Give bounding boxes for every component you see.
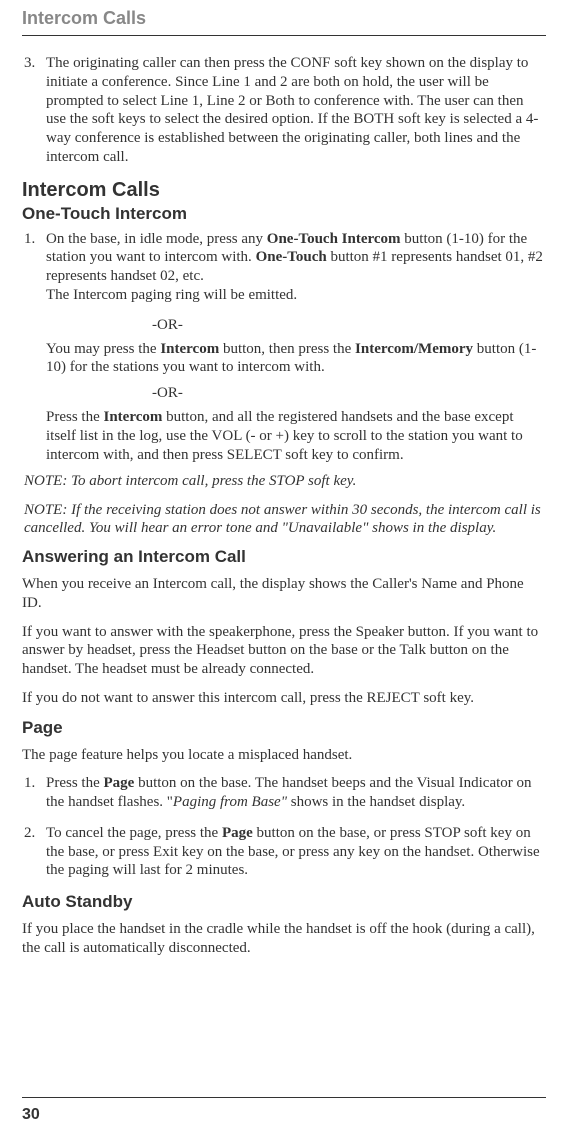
note-timeout: NOTE: If the receiving station does not … [24, 501, 546, 538]
step-number: 1. [22, 774, 46, 812]
text-segment: shows in the handset display. [287, 794, 465, 810]
heading-one-touch-intercom: One-Touch Intercom [22, 204, 546, 224]
sub-option-1: You may press the Intercom button, then … [46, 340, 546, 378]
step-text: To cancel the page, press the Page butto… [46, 824, 546, 880]
text-segment: You may press the [46, 341, 160, 357]
paragraph: The page feature helps you locate a misp… [22, 746, 546, 765]
heading-answering: Answering an Intercom Call [22, 547, 546, 567]
bold-term: One-Touch [256, 249, 327, 265]
or-separator: -OR- [152, 317, 546, 334]
footer-divider [22, 1097, 546, 1098]
step-1: 1. On the base, in idle mode, press any … [22, 230, 546, 305]
note-abort: NOTE: To abort intercom call, press the … [24, 472, 546, 490]
page-number: 30 [22, 1106, 40, 1124]
bold-term: Intercom/Memory [355, 341, 473, 357]
heading-page: Page [22, 718, 546, 738]
step-number: 2. [22, 824, 46, 880]
sub-option-2: Press the Intercom button, and all the r… [46, 408, 546, 464]
text-segment: On the base, in idle mode, press any [46, 231, 267, 247]
text-segment: button, then press the [219, 341, 355, 357]
paragraph: If you place the handset in the cradle w… [22, 920, 546, 958]
text-segment: Press the [46, 775, 104, 791]
heading-intercom-calls: Intercom Calls [22, 179, 546, 202]
step-text: The originating caller can then press th… [46, 54, 546, 167]
heading-auto-standby: Auto Standby [22, 892, 546, 912]
bold-term: One-Touch Intercom [267, 231, 401, 247]
italic-term: Paging from Base" [173, 794, 287, 810]
step-text: Press the Page button on the base. The h… [46, 774, 546, 812]
step-3: 3. The originating caller can then press… [22, 54, 546, 167]
bold-term: Intercom [160, 341, 219, 357]
page-header: Intercom Calls [22, 8, 546, 36]
page-step-2: 2. To cancel the page, press the Page bu… [22, 824, 546, 880]
paragraph: If you want to answer with the speakerph… [22, 623, 546, 679]
bold-term: Page [104, 775, 135, 791]
text-segment: To cancel the page, press the [46, 825, 222, 841]
paragraph: If you do not want to answer this interc… [22, 689, 546, 708]
bold-term: Page [222, 825, 253, 841]
step-text: On the base, in idle mode, press any One… [46, 230, 546, 305]
text-segment: The Intercom paging ring will be emitted… [46, 287, 297, 303]
paragraph: When you receive an Intercom call, the d… [22, 575, 546, 613]
bold-term: Intercom [104, 409, 163, 425]
text-segment: Press the [46, 409, 104, 425]
page-step-1: 1. Press the Page button on the base. Th… [22, 774, 546, 812]
step-number: 1. [22, 230, 46, 305]
step-number: 3. [22, 54, 46, 167]
or-separator: -OR- [152, 385, 546, 402]
